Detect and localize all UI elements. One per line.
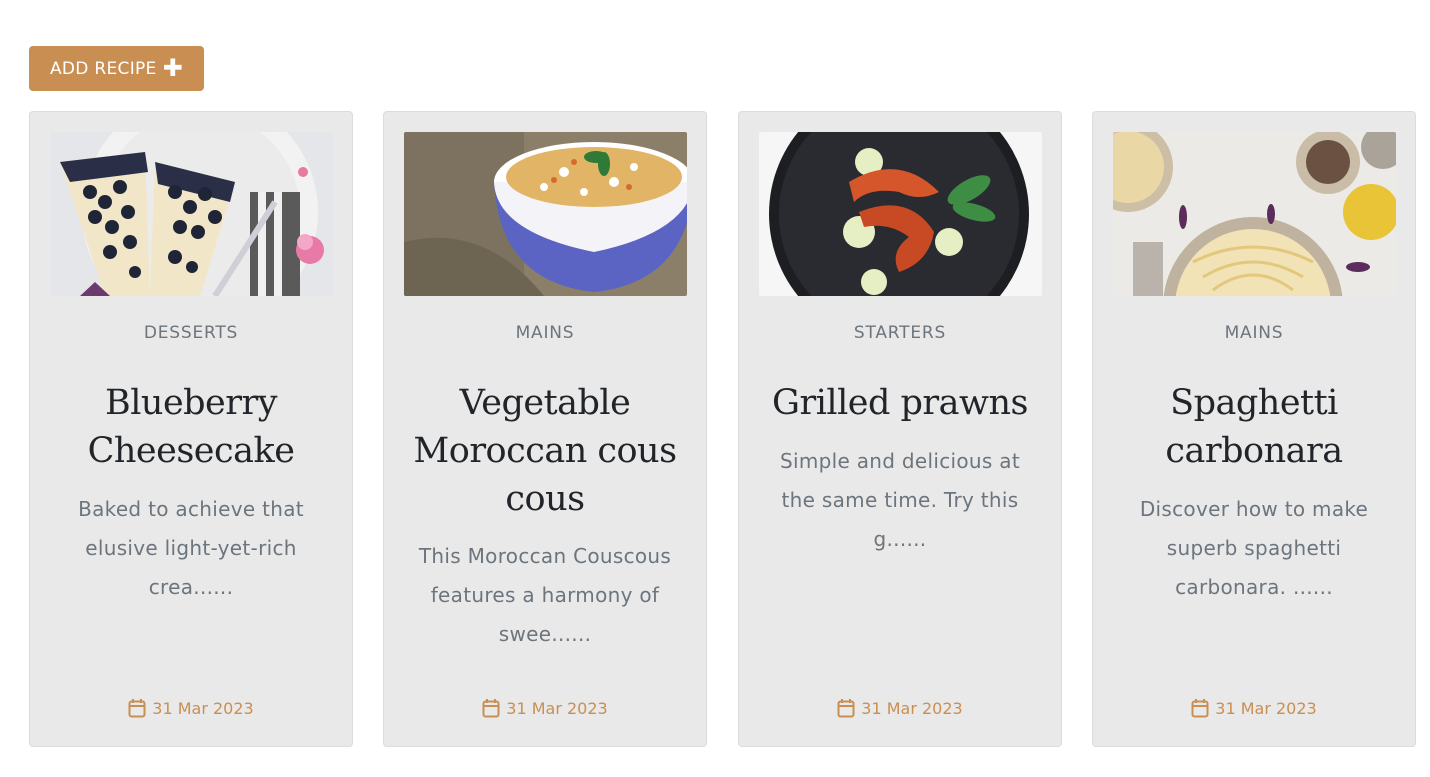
recipe-date-text: 31 Mar 2023 xyxy=(861,698,963,718)
recipe-card[interactable]: MAINS Vegetable Moroccan cous cous This … xyxy=(383,111,707,747)
recipe-date: 31 Mar 2023 xyxy=(1093,698,1415,718)
recipe-date-text: 31 Mar 2023 xyxy=(152,698,254,718)
recipe-grid: DESSERTS Blueberry Cheesecake Baked to a… xyxy=(29,111,1416,747)
recipe-title[interactable]: Vegetable Moroccan cous cous xyxy=(400,379,690,523)
add-recipe-button[interactable]: ADD RECIPE ✚ xyxy=(29,46,204,91)
recipe-description: Baked to achieve that elusive light-yet-… xyxy=(78,497,304,599)
recipe-card[interactable]: MAINS Spaghetti carbonara Discover how t… xyxy=(1092,111,1416,747)
recipe-image-couscous[interactable] xyxy=(404,132,687,296)
recipe-title[interactable]: Spaghetti carbonara xyxy=(1109,379,1399,475)
recipe-category: MAINS xyxy=(515,323,575,343)
recipe-category: DESSERTS xyxy=(143,323,239,343)
calendar-icon xyxy=(837,699,855,718)
recipe-card[interactable]: STARTERS Grilled prawns Simple and delic… xyxy=(738,111,1062,747)
recipe-title[interactable]: Blueberry Cheesecake xyxy=(46,379,336,475)
recipe-image-grilled-prawns[interactable] xyxy=(759,132,1042,296)
recipe-image-spaghetti-carbonara[interactable] xyxy=(1113,132,1396,296)
recipe-date: 31 Mar 2023 xyxy=(384,698,706,718)
recipe-date-text: 31 Mar 2023 xyxy=(1215,698,1317,718)
recipe-category: MAINS xyxy=(1224,323,1284,343)
calendar-icon xyxy=(128,699,146,718)
recipe-card[interactable]: DESSERTS Blueberry Cheesecake Baked to a… xyxy=(29,111,353,747)
recipe-description: Discover how to make superb spaghetti ca… xyxy=(1139,497,1369,599)
plus-icon: ✚ xyxy=(162,53,184,82)
recipe-category: STARTERS xyxy=(853,323,947,343)
recipe-description: This Moroccan Couscous features a harmon… xyxy=(418,544,672,646)
recipe-date-text: 31 Mar 2023 xyxy=(506,698,608,718)
recipe-date: 31 Mar 2023 xyxy=(739,698,1061,718)
recipe-description: Simple and delicious at the same time. T… xyxy=(780,449,1020,551)
add-recipe-label: ADD RECIPE xyxy=(49,58,157,79)
recipe-date: 31 Mar 2023 xyxy=(30,698,352,718)
recipe-image-blueberry-cheesecake[interactable] xyxy=(50,132,333,296)
recipe-title[interactable]: Grilled prawns xyxy=(755,379,1045,427)
calendar-icon xyxy=(482,699,500,718)
calendar-icon xyxy=(1191,699,1209,718)
